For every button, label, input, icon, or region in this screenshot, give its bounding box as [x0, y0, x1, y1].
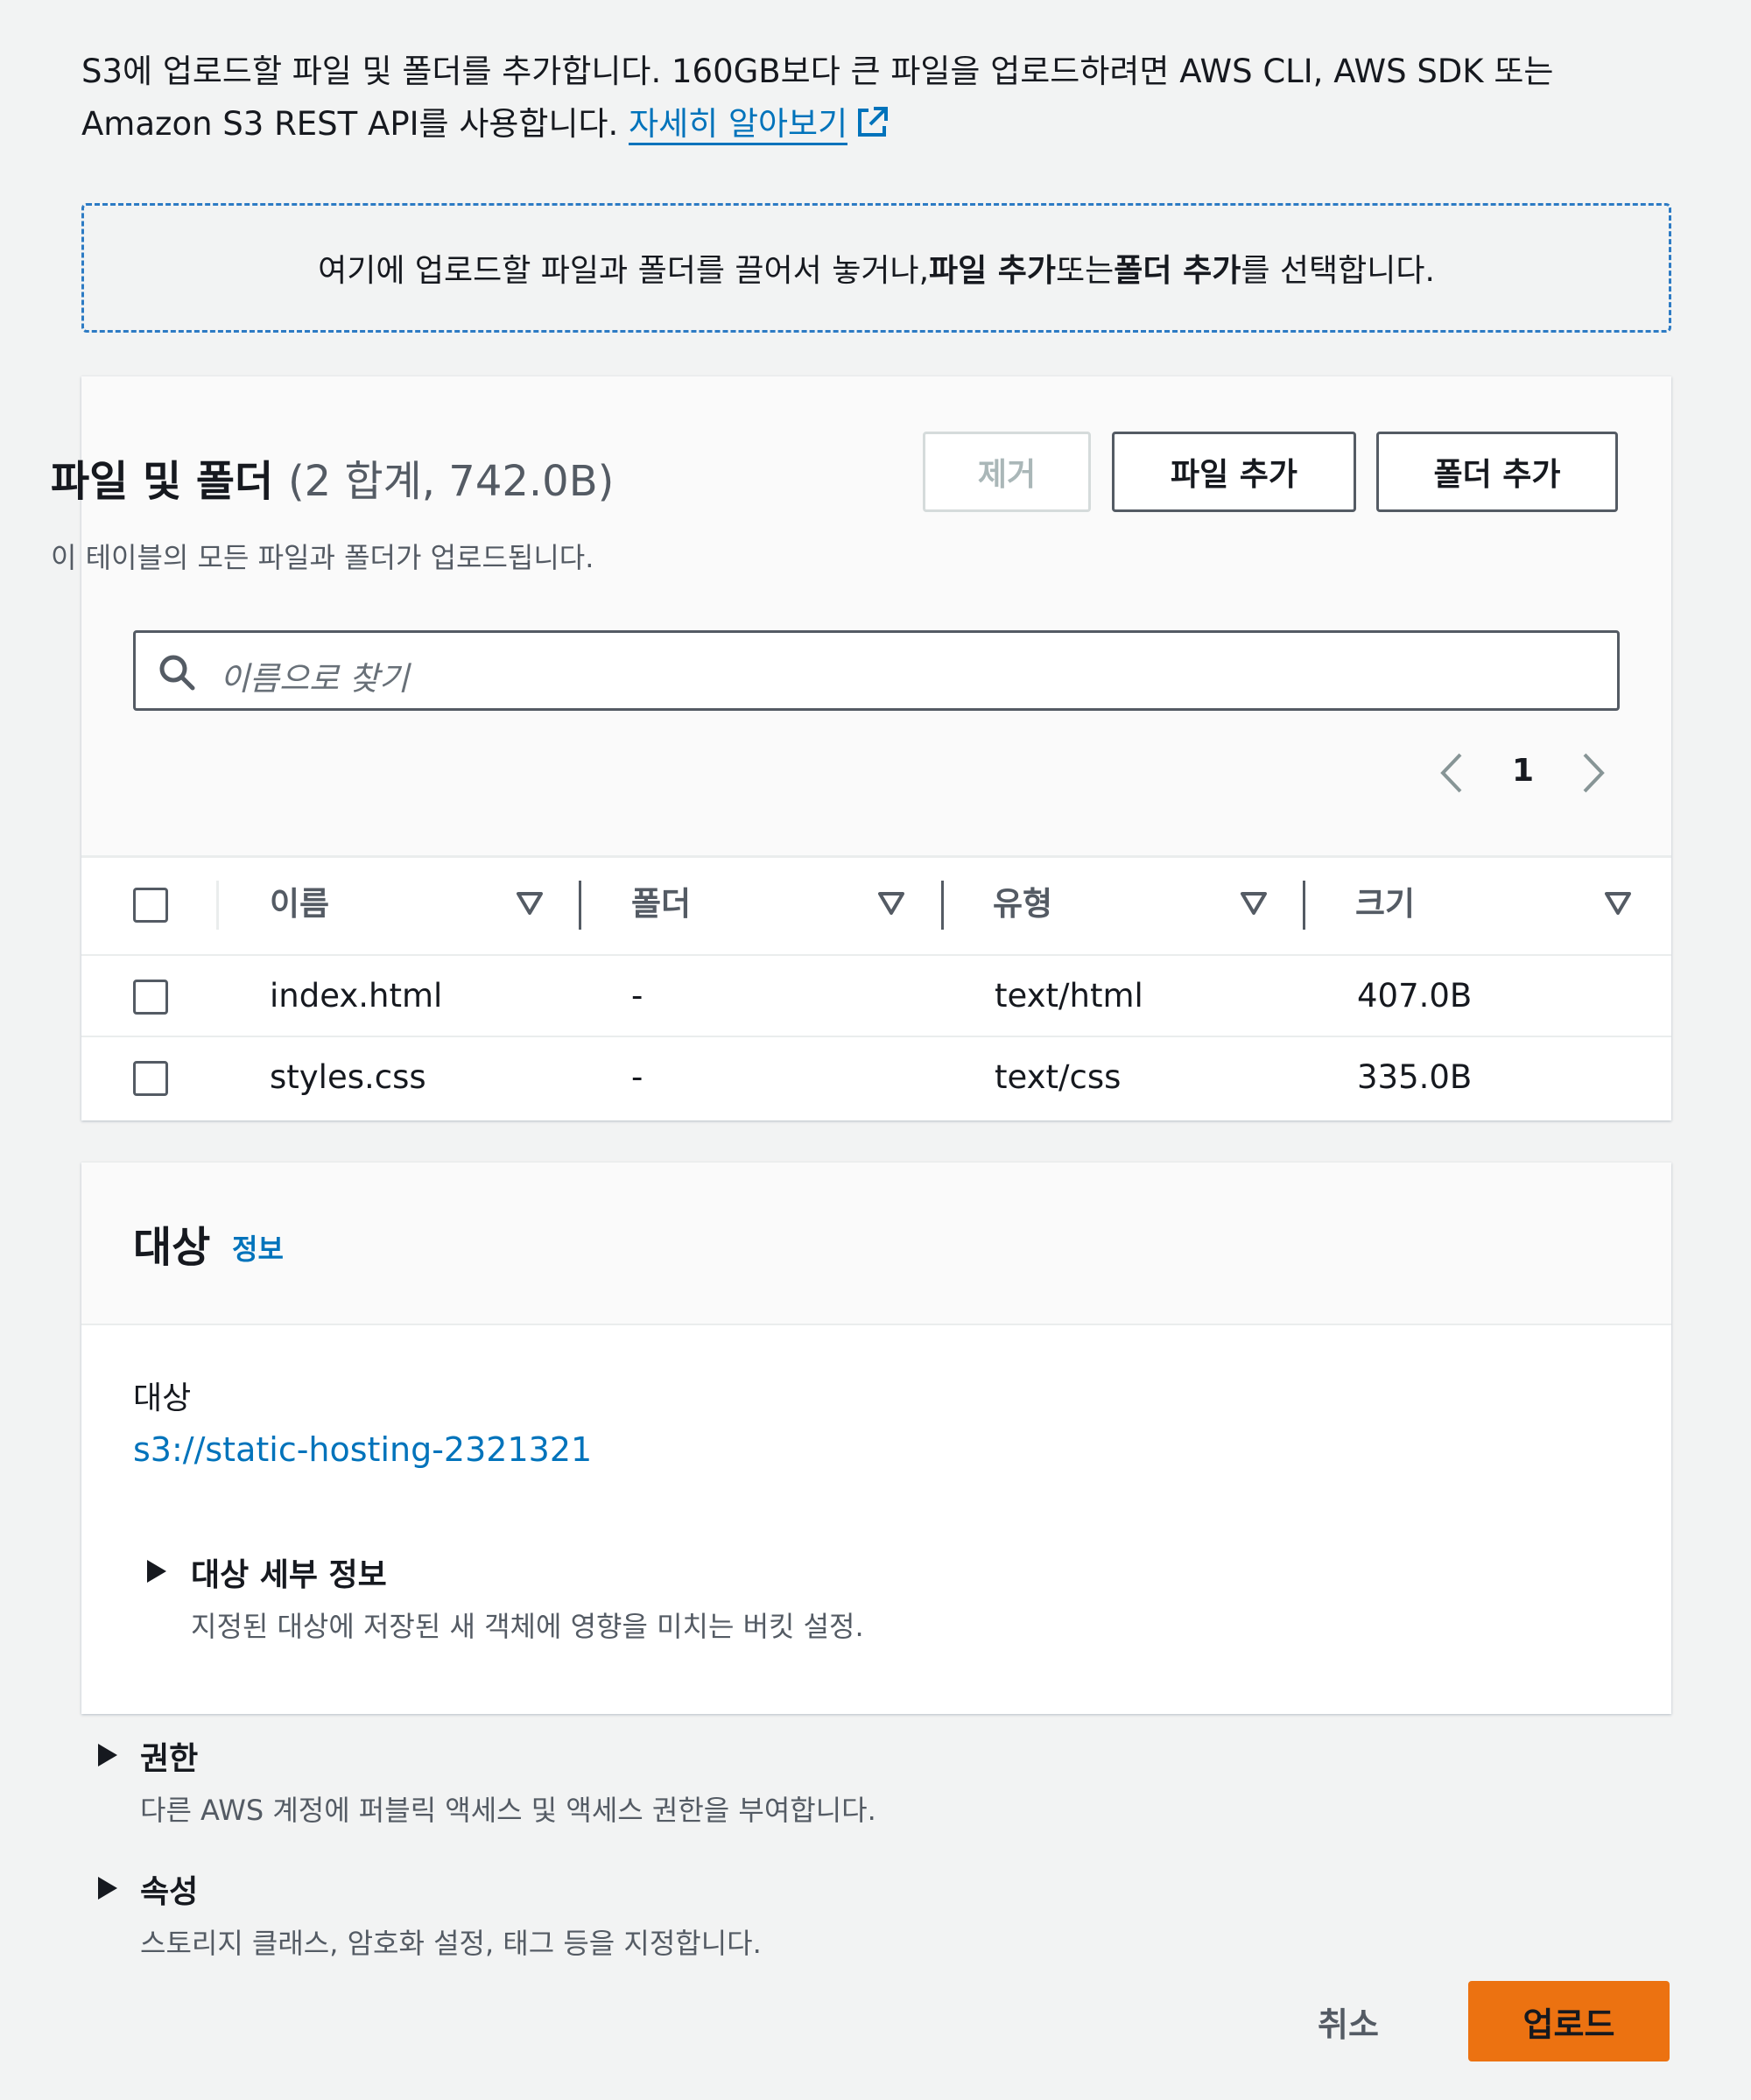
row-checkbox[interactable] [133, 1061, 168, 1096]
files-panel-description: 이 테이블의 모든 파일과 폴더가 업로드됩니다. [51, 541, 594, 574]
files-panel-title-text: 파일 및 폴더 [51, 457, 274, 506]
file-folder: - [631, 977, 643, 1015]
drop-zone-add-folder: 폴더 추가 [1114, 253, 1241, 289]
file-size: 407.0B [1357, 977, 1473, 1015]
row-checkbox[interactable] [133, 980, 168, 1015]
destination-title: 대상 [133, 1223, 211, 1272]
sort-icon[interactable] [1240, 891, 1268, 919]
table-top-divider [81, 855, 1671, 857]
drop-zone-middle: 또는 [1056, 253, 1115, 289]
column-header-name[interactable]: 이름 [270, 877, 329, 924]
page-number[interactable]: 1 [1512, 753, 1534, 789]
permissions-description: 다른 AWS 계정에 퍼블릭 액세스 및 액세스 권한을 부여합니다. [140, 1794, 876, 1827]
column-divider[interactable] [1303, 881, 1305, 930]
destination-details-description: 지정된 대상에 저장된 새 객체에 영향을 미치는 버킷 설정. [191, 1610, 864, 1643]
search-input[interactable]: 이름으로 찾기 [133, 630, 1620, 711]
properties-toggle[interactable]: 속성 [140, 1866, 198, 1912]
table-row-divider [81, 954, 1671, 956]
permissions-toggle[interactable]: 권한 [140, 1733, 198, 1779]
drop-zone-suffix: 를 선택합니다. [1241, 253, 1435, 289]
upload-button[interactable]: 업로드 [1468, 1981, 1670, 2061]
caret-right-icon[interactable] [147, 1560, 166, 1583]
destination-details-toggle[interactable]: 대상 세부 정보 [191, 1549, 387, 1595]
search-icon [157, 652, 197, 696]
destination-panel-header [81, 1162, 1671, 1325]
table-row-divider [81, 1036, 1671, 1037]
file-name: index.html [270, 977, 443, 1015]
remove-button[interactable]: 제거 [923, 432, 1091, 512]
learn-more-link[interactable]: 자세히 알아보기 [629, 105, 848, 145]
destination-url-link[interactable]: s3://static-hosting-2321321 [133, 1430, 592, 1469]
caret-right-icon[interactable] [98, 1744, 117, 1766]
chevron-right-icon[interactable] [1578, 751, 1609, 803]
caret-right-icon[interactable] [98, 1877, 117, 1900]
drop-zone[interactable]: 여기에 업로드할 파일과 폴더를 끌어서 놓거나, 파일 추가 또는 폴더 추가… [81, 203, 1671, 333]
files-panel-count: (2 합계, 742.0B) [287, 457, 615, 506]
external-link-icon[interactable] [854, 103, 890, 156]
info-link[interactable]: 정보 [232, 1227, 284, 1268]
sort-icon[interactable] [877, 891, 905, 919]
file-folder: - [631, 1058, 643, 1096]
column-header-type[interactable]: 유형 [993, 877, 1052, 924]
column-header-size[interactable]: 크기 [1355, 877, 1415, 924]
destination-label: 대상 [133, 1380, 192, 1416]
column-divider[interactable] [941, 881, 944, 930]
sort-icon[interactable] [516, 891, 544, 919]
file-size: 335.0B [1357, 1058, 1473, 1096]
files-panel-title: 파일 및 폴더 (2 합계, 742.0B) [51, 446, 614, 508]
column-header-folder[interactable]: 폴더 [631, 877, 691, 924]
add-files-button[interactable]: 파일 추가 [1112, 432, 1356, 512]
search-placeholder: 이름으로 찾기 [220, 660, 410, 698]
cancel-button[interactable]: 취소 [1318, 1998, 1379, 2046]
properties-description: 스토리지 클래스, 암호화 설정, 태그 등을 지정합니다. [140, 1927, 762, 1960]
drop-zone-add-files: 파일 추가 [929, 253, 1057, 289]
column-divider [216, 881, 219, 930]
file-type: text/html [995, 977, 1143, 1015]
intro-text: S3에 업로드할 파일 및 폴더를 추가합니다. 160GB보다 큰 파일을 업… [81, 46, 1675, 156]
chevron-left-icon[interactable] [1436, 751, 1467, 803]
add-folder-button[interactable]: 폴더 추가 [1376, 432, 1618, 512]
sort-icon[interactable] [1604, 891, 1632, 919]
drop-zone-prefix: 여기에 업로드할 파일과 폴더를 끌어서 놓거나, [318, 253, 930, 289]
select-all-checkbox[interactable] [133, 888, 168, 923]
file-name: styles.css [270, 1058, 426, 1096]
column-divider[interactable] [579, 881, 581, 930]
file-type: text/css [995, 1058, 1122, 1096]
